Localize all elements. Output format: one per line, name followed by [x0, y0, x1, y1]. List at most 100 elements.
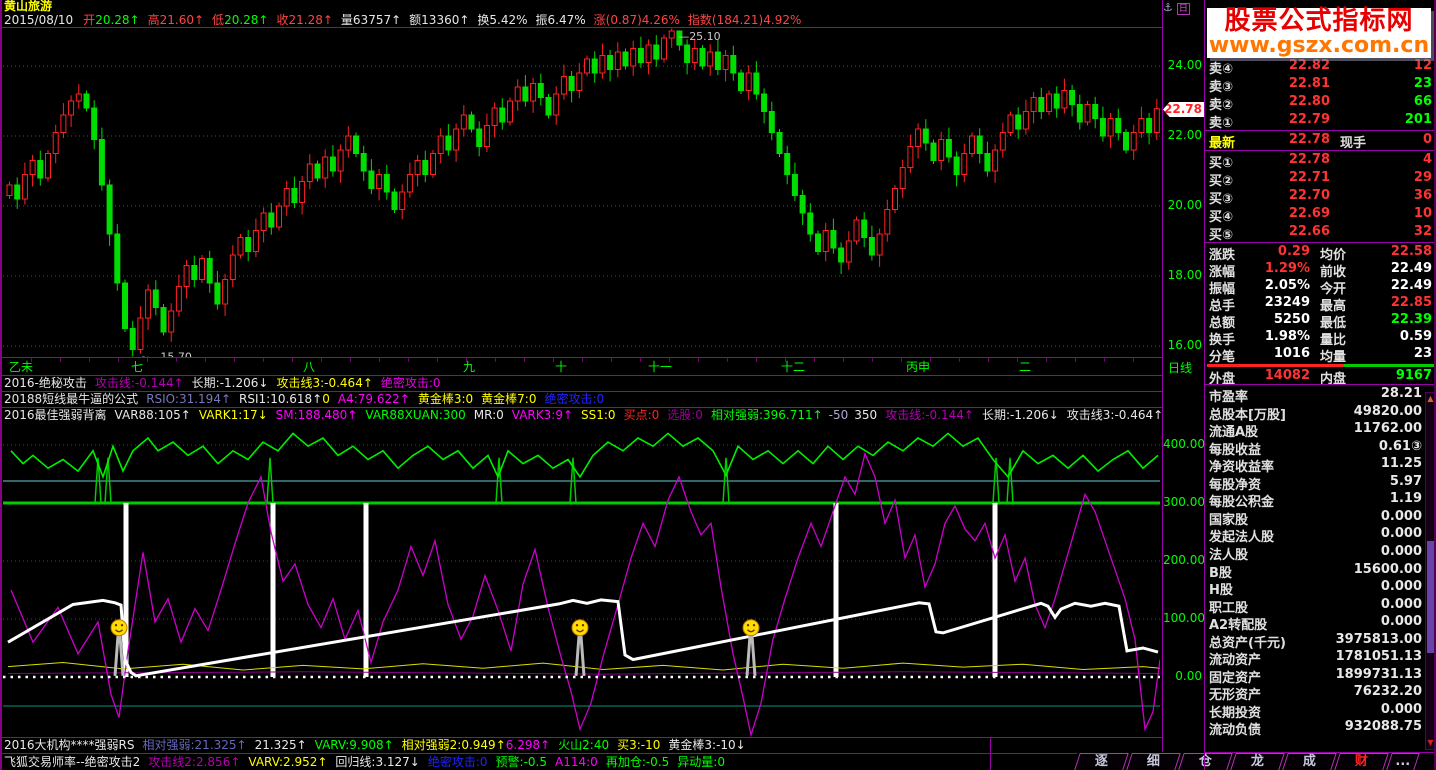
financial-row: 流通A股11762.00 [1205, 421, 1436, 438]
time-axis-label: 乙未 [9, 359, 33, 376]
indicator-header-2[interactable]: 20188短线最牛逼的公式RSIO:31.194↑RSI1:10.618↑0A4… [4, 392, 1161, 407]
quote-row: 买②22.7129 [1205, 170, 1436, 188]
indicator-value: SM:188.480↑ [276, 408, 358, 422]
indicator-value: VARK3:9↑ [512, 408, 573, 422]
indicator-value: VAR88XUAN:300 [365, 408, 465, 422]
axis-tick-label: 22.00 [1163, 129, 1202, 142]
separator [0, 753, 1077, 754]
separator [1205, 242, 1436, 243]
ohlc-field: ↑ [323, 13, 333, 27]
indicator-footer-1[interactable]: 2016大机构****强弱RS相对强弱:21.325↑21.325↑VARV:9… [4, 738, 988, 753]
ohlc-field: 21.60 [160, 13, 194, 27]
quote-row: 买①22.784 [1205, 152, 1436, 170]
indicator-value: RSIO:31.194↑ [146, 392, 231, 406]
trading-app-window: 黄山旅游 ⚓日 2015/08/10开20.28↑高21.60↑低20.28↑收… [0, 0, 1436, 770]
ohlc-field: 20.28 [224, 13, 258, 27]
ohlc-field: ↑ [258, 13, 268, 27]
quote-row: 卖②22.8066 [1205, 94, 1436, 112]
axis-tick-label: 100.00 [1163, 612, 1202, 625]
indicator-header-3[interactable]: 2016最佳强弱背离VAR88:105↑VARK1:17↓SM:188.480↑… [4, 408, 1161, 423]
indicator-value: 选股:0 [667, 408, 703, 422]
ohlc-info-row: 2015/08/10开20.28↑高21.60↑低20.28↑收21.28↑量6… [4, 13, 1161, 27]
financial-row: 每股公积金1.19 [1205, 491, 1436, 508]
axis-tick-label: 18.00 [1163, 269, 1202, 282]
indicator-value: 绝密攻击:0 [544, 392, 604, 406]
indicator-value: 买3:-10 [617, 738, 660, 752]
indicator-value: A114:0 [555, 755, 598, 769]
separator [1205, 150, 1436, 151]
quote-sidebar: ▲ ▼ 卖④22.8212卖③22.8123卖②22.8066卖①22.7920… [1205, 0, 1436, 770]
indicator-value: RSI1:10.618↑ [239, 392, 322, 406]
financial-row: 国家股0.000 [1205, 509, 1436, 526]
indicator-value: 350 [854, 408, 877, 422]
indicator-value: 21.325↑ [255, 738, 307, 752]
quote-row: 买④22.6910 [1205, 206, 1436, 224]
time-axis-label: 丙申 [906, 359, 930, 376]
indicator-value: 攻击线2:2.856↑ [148, 755, 240, 769]
indicator-header-1[interactable]: 2016-绝秘攻击攻击线:-0.144↑长期:-1.206↓攻击线3:-0.46… [4, 376, 1161, 391]
axis-tick-label: 0.00 [1163, 670, 1202, 683]
indicator-value: 黄金棒3:0 [418, 392, 473, 406]
indicator-value: VARK1:17↓ [199, 408, 268, 422]
indicator-value: -50 [829, 408, 849, 422]
quote-row: 买③22.7036 [1205, 188, 1436, 206]
indicator-value: 攻击线3:-0.464↑ [1067, 408, 1161, 422]
financial-row: 每股净资5.97 [1205, 474, 1436, 491]
quote-row: 卖①22.79201 [1205, 112, 1436, 130]
separator [1205, 130, 1436, 131]
indicator-value: A4:79.622↑ [338, 392, 410, 406]
separator [1205, 752, 1436, 753]
separator [1205, 384, 1436, 385]
time-axis[interactable]: 乙未七八九十十一十二丙申二 [3, 358, 1162, 375]
financial-row: 流动负债932088.75 [1205, 719, 1436, 736]
ohlc-field: 收 [276, 13, 288, 27]
financial-row: B股15600.00 [1205, 562, 1436, 579]
financial-row: 发起法人股0.000 [1205, 526, 1436, 543]
indicator-value: 0 [322, 392, 330, 406]
quote-row: 买⑤22.6632 [1205, 224, 1436, 242]
ohlc-field: ↑ [391, 13, 401, 27]
financial-row: 法人股0.000 [1205, 544, 1436, 561]
info-row: 涨幅1.29%前收22.49 [1205, 261, 1436, 279]
ohlc-field: 指数(184.21)4.92% [688, 13, 801, 27]
stock-title: 黄山旅游 [4, 0, 52, 13]
info-row: 换手1.98%量比0.59 [1205, 329, 1436, 347]
info-row: 分笔1016均量23 [1205, 346, 1436, 364]
indicator-value: 回归线:3.127↓ [335, 755, 419, 769]
financial-row: 长期投资0.000 [1205, 702, 1436, 719]
indicator-value: 攻击线3:-0.464↑ [276, 376, 372, 390]
indicator-value: 2016-绝秘攻击 [4, 376, 87, 390]
financial-row: 流动资产1781051.13 [1205, 649, 1436, 666]
price-axis: 22.78 日线 24.0022.0020.0018.0016.00400.00… [1163, 0, 1204, 752]
ohlc-field: 换5.42% [477, 13, 527, 27]
info-row: 总额5250最低22.39 [1205, 312, 1436, 330]
indicator-value: 绝密攻击:0 [428, 755, 488, 769]
ad-banner[interactable]: 股票公式指标网 www.gszx.com.cn [1207, 8, 1431, 58]
ohlc-field: 20.28 [95, 13, 129, 27]
time-axis-label: 七 [131, 359, 143, 376]
ohlc-field: ↑ [130, 13, 140, 27]
window-border [0, 0, 2, 770]
time-axis-label: 十一 [648, 359, 672, 376]
period-label[interactable]: 日线 [1168, 359, 1192, 376]
indicator-chart[interactable] [3, 425, 1160, 737]
tab-逐[interactable]: 逐 [1074, 753, 1129, 770]
financial-row: 总资产(千元)3975813.00 [1205, 632, 1436, 649]
indicator-value: 绝密攻击:0 [381, 376, 441, 390]
ohlc-field: 低 [212, 13, 224, 27]
time-axis-label: 十 [555, 359, 567, 376]
ohlc-field: 量63757 [341, 13, 391, 27]
time-axis-label: 二 [1019, 359, 1031, 376]
indicator-value: 火山2:40 [558, 738, 609, 752]
indicator-value: 相对强弱2:0.949↑ [402, 738, 506, 752]
ohlc-field: ↑ [194, 13, 204, 27]
indicator-value: VARV:2.952↑ [248, 755, 327, 769]
tab-细[interactable]: 细 [1126, 753, 1181, 770]
indicator-footer-2[interactable]: 飞狐交易师率--绝密攻击2攻击线2:2.856↑VARV:2.952↑回归线:3… [4, 755, 988, 770]
indicator-value: 长期:-1.206↓ [982, 408, 1059, 422]
financial-row: 固定资产1899731.13 [1205, 667, 1436, 684]
candlestick-chart[interactable]: ~—15.70—25.10 [3, 28, 1160, 357]
indicator-value: 异动量:0 [677, 755, 725, 769]
separator [990, 737, 991, 770]
indicator-value: MR:0 [474, 408, 504, 422]
